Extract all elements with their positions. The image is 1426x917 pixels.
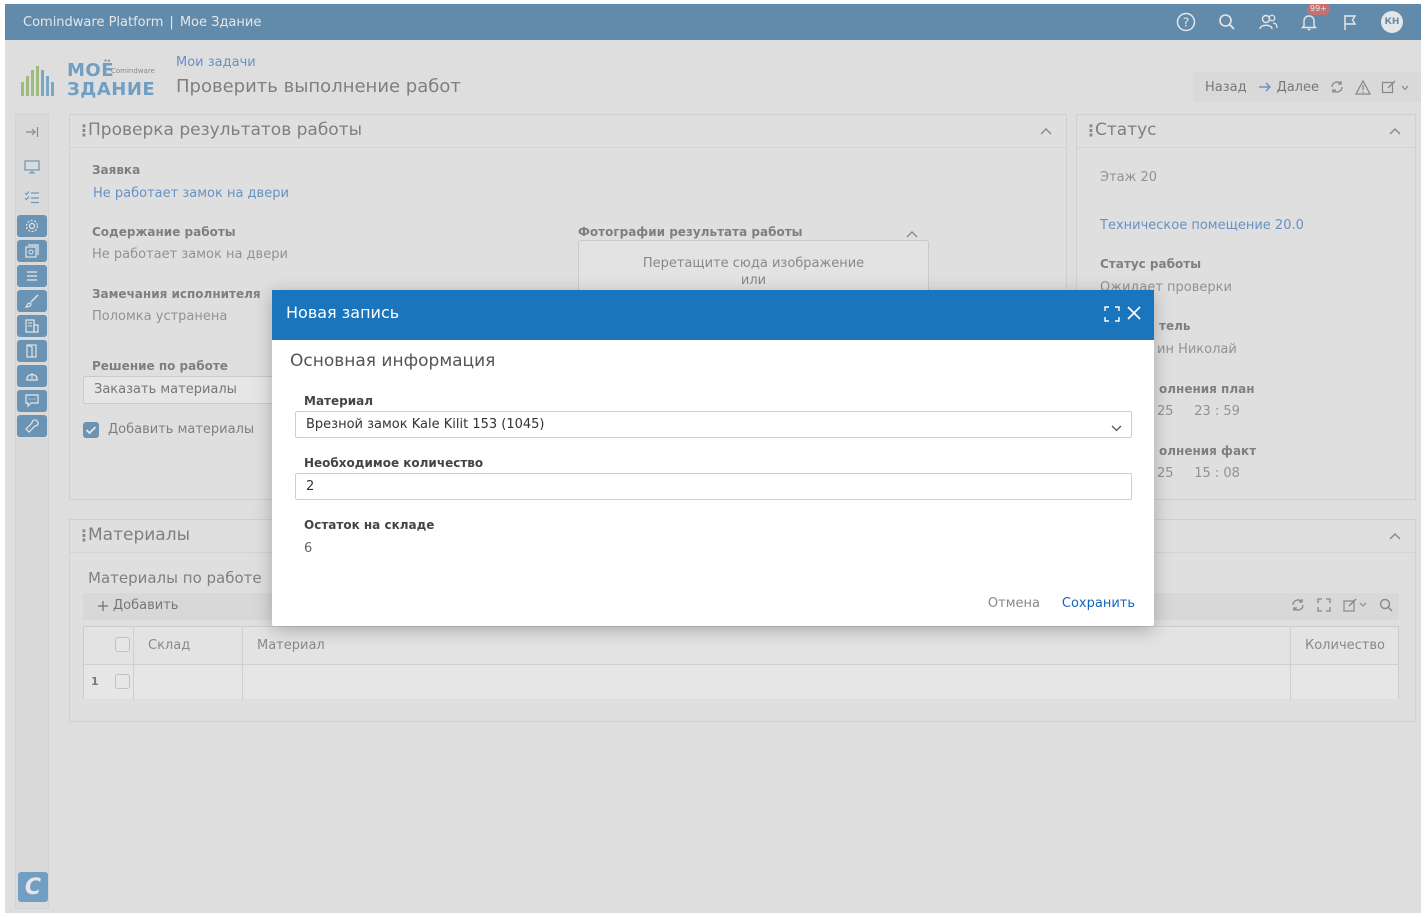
chevron-down-icon — [1111, 421, 1122, 436]
section-title: Основная информация — [290, 351, 496, 371]
cancel-button[interactable]: Отмена — [988, 596, 1040, 611]
material-select[interactable]: Врезной замок Kale Kilit 153 (1045) — [295, 411, 1132, 438]
quantity-input[interactable]: 2 — [295, 473, 1132, 500]
stock-label: Остаток на складе — [304, 518, 435, 532]
quantity-label: Необходимое количество — [304, 456, 484, 470]
material-value: Врезной замок Kale Kilit 153 (1045) — [306, 417, 545, 432]
save-button[interactable]: Сохранить — [1062, 596, 1135, 611]
stock-value: 6 — [304, 541, 313, 556]
dialog-title: Новая запись — [286, 303, 400, 322]
quantity-value: 2 — [306, 479, 315, 494]
dialog-header: Новая запись — [272, 290, 1154, 340]
new-record-dialog: Новая запись Основная информация Материа… — [272, 290, 1154, 626]
material-label: Материал — [304, 394, 374, 408]
close-icon[interactable] — [1126, 305, 1142, 325]
maximize-icon[interactable] — [1104, 306, 1120, 326]
